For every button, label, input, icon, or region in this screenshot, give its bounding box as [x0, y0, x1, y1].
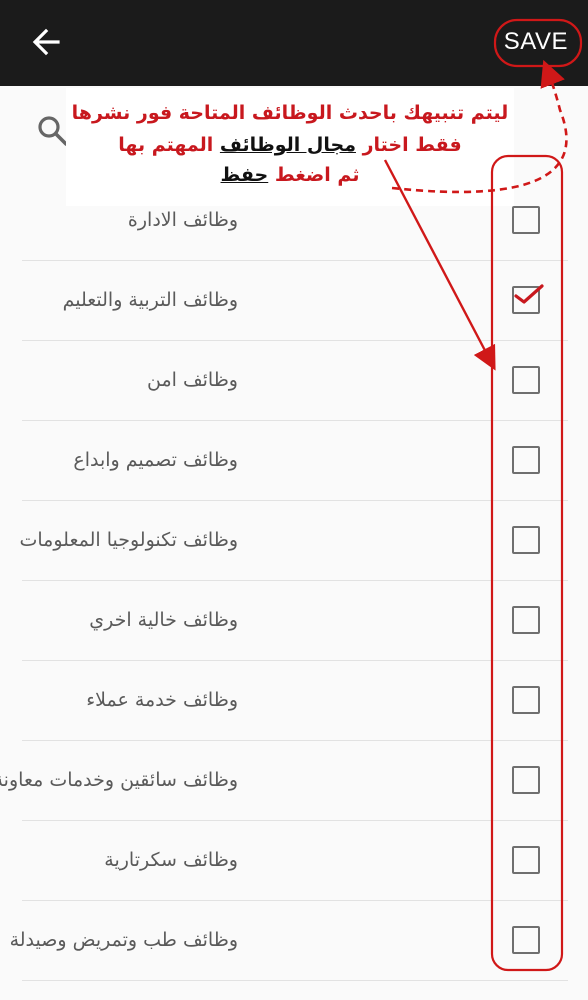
app-bar: SAVE: [0, 0, 588, 86]
callout-line-1: ليتم تنبيهك باحدث الوظائف المتاحة فور نش…: [71, 102, 509, 124]
callout-text: المهتم بها: [118, 134, 220, 156]
category-row[interactable]: وظائف خدمة عملاء: [22, 660, 568, 741]
category-checkbox[interactable]: [512, 926, 540, 954]
category-checkbox[interactable]: [512, 766, 540, 794]
back-button[interactable]: [26, 22, 66, 62]
category-label: وظائف سائقين وخدمات معاونة: [0, 769, 238, 791]
category-checkbox[interactable]: [512, 366, 540, 394]
category-label: وظائف خالية اخري: [89, 609, 238, 631]
category-label: وظائف تكنولوجيا المعلومات: [19, 529, 239, 551]
category-label: وظائف التربية والتعليم: [62, 289, 238, 311]
category-checkbox[interactable]: [512, 846, 540, 874]
category-label: وظائف خدمة عملاء: [86, 689, 238, 711]
category-label: وظائف امن: [146, 369, 238, 391]
category-label: وظائف تصميم وابداع: [73, 449, 238, 471]
callout-emphasis: مجال الوظائف: [219, 134, 356, 156]
category-checkbox[interactable]: [512, 206, 540, 234]
category-checkbox[interactable]: [512, 446, 540, 474]
category-label: وظائف طب وتمريض وصيدلة: [9, 929, 238, 951]
category-label: وظائف الادارة: [127, 209, 238, 231]
category-row[interactable]: وظائف طب وتمريض وصيدلة: [10, 900, 568, 981]
category-row[interactable]: وظائف الادارة: [22, 180, 568, 261]
arrow-left-icon: [32, 28, 60, 56]
category-checkbox[interactable]: [512, 686, 540, 714]
category-row[interactable]: وظائف تصميم وابداع: [22, 420, 568, 501]
category-checkbox[interactable]: [512, 606, 540, 634]
checkmark-icon: [514, 284, 544, 304]
category-checkbox[interactable]: [512, 526, 540, 554]
callout-line-2: فقط اختار مجال الوظائف المهتم بها: [66, 134, 514, 156]
category-row[interactable]: وظائف تكنولوجيا المعلومات: [19, 500, 568, 581]
category-row[interactable]: وظائف سكرتارية: [22, 820, 568, 901]
category-row[interactable]: وظائف خالية اخري: [22, 580, 568, 661]
callout-text: فقط اختار: [355, 134, 462, 156]
category-row[interactable]: وظائف سائقين وخدمات معاونة: [0, 740, 568, 821]
category-row[interactable]: وظائف امن: [22, 340, 568, 421]
search-icon[interactable]: [36, 114, 70, 148]
category-checkbox[interactable]: [512, 284, 544, 314]
category-row[interactable]: وظائف التربية والتعليم: [22, 260, 568, 341]
save-button[interactable]: SAVE: [498, 22, 574, 62]
category-label: وظائف سكرتارية: [104, 849, 238, 871]
